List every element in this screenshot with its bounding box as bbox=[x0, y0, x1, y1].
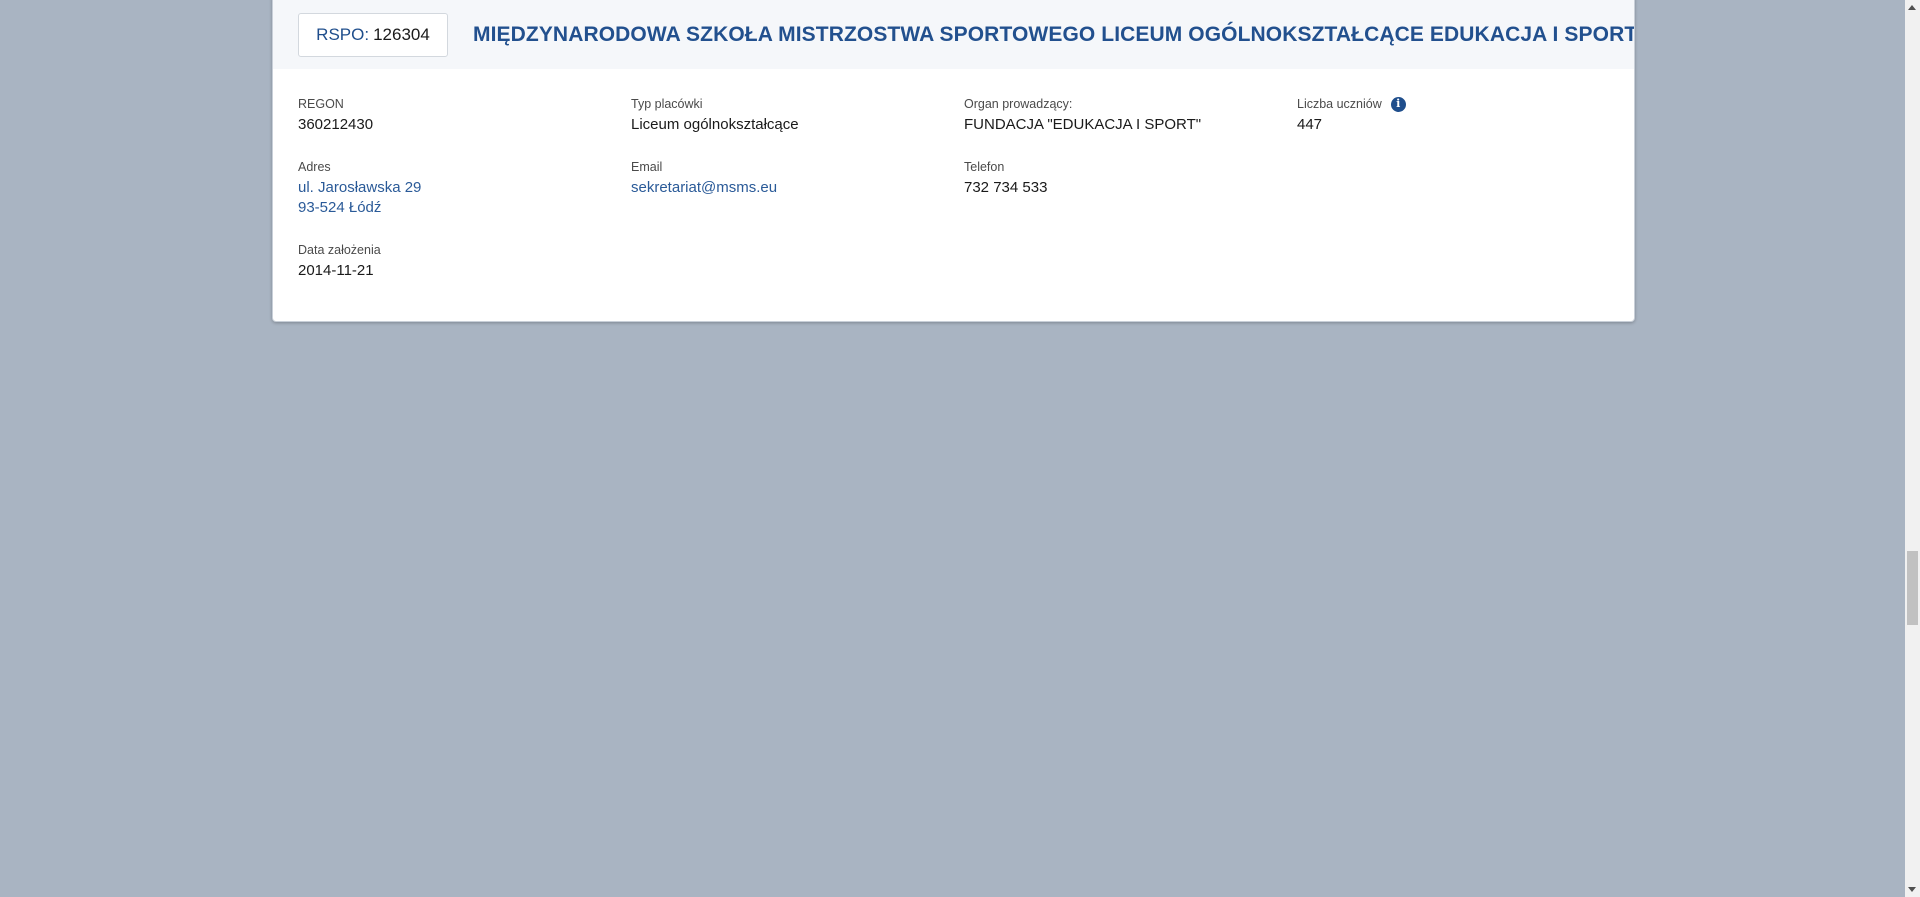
regon-value: 360212430 bbox=[298, 116, 374, 133]
school-card: RSPO: 126304 MIĘDZYNARODOWA SZKOŁA MISTR… bbox=[272, 0, 1635, 322]
data-zalozenia-value: 2014-11-21 bbox=[298, 262, 374, 279]
adres-link[interactable]: ul. Jarosławska 29 93-524 Łódź bbox=[298, 178, 421, 218]
organ-label: Organ prowadzący: bbox=[964, 97, 1073, 111]
adres-label: Adres bbox=[298, 160, 331, 174]
field-email: Email sekretariat@msms.eu bbox=[631, 159, 777, 198]
field-adres: Adres ul. Jarosławska 29 93-524 Łódź bbox=[298, 159, 421, 218]
organ-value: FUNDACJA "EDUKACJA I SPORT" bbox=[964, 116, 1202, 133]
adres-line1[interactable]: ul. Jarosławska 29 bbox=[298, 178, 421, 198]
field-regon: REGON 360212430 bbox=[298, 96, 373, 135]
page: RSPO: 126304 MIĘDZYNARODOWA SZKOŁA MISTR… bbox=[0, 0, 1920, 897]
rspo-label: RSPO: bbox=[316, 25, 370, 44]
scroll-down-arrow-icon[interactable] bbox=[1908, 887, 1916, 892]
card-header: RSPO: 126304 MIĘDZYNARODOWA SZKOŁA MISTR… bbox=[273, 0, 1634, 69]
field-data-zalozenia: Data założenia 2014-11-21 bbox=[298, 242, 381, 281]
telefon-label: Telefon bbox=[964, 160, 1005, 174]
scroll-up-arrow-icon[interactable] bbox=[1908, 5, 1916, 10]
regon-label: REGON bbox=[298, 97, 344, 111]
scroll-thumb[interactable] bbox=[1907, 551, 1918, 625]
school-name: MIĘDZYNARODOWA SZKOŁA MISTRZOSTWA SPORTO… bbox=[473, 23, 1635, 46]
adres-line2[interactable]: 93-524 Łódź bbox=[298, 198, 421, 218]
liczba-uczniow-label: Liczba uczniów bbox=[1297, 97, 1382, 111]
telefon-value: 732 734 533 bbox=[964, 179, 1048, 196]
email-link[interactable]: sekretariat@msms.eu bbox=[631, 178, 777, 198]
liczba-uczniow-label-row: Liczba uczniów i bbox=[1297, 96, 1406, 112]
email-label: Email bbox=[631, 160, 663, 174]
field-organ-prowadzacy: Organ prowadzący: FUNDACJA "EDUKACJA I S… bbox=[964, 96, 1201, 135]
field-liczba-uczniow: Liczba uczniów i 447 bbox=[1297, 96, 1406, 135]
vertical-scrollbar[interactable] bbox=[1905, 0, 1920, 897]
field-typ-placowki: Typ placówki Liceum ogólnokształcące bbox=[631, 96, 799, 135]
field-telefon: Telefon 732 734 533 bbox=[964, 159, 1047, 198]
typ-placowki-value: Liceum ogólnokształcące bbox=[631, 116, 799, 133]
typ-placowki-label: Typ placówki bbox=[631, 97, 703, 111]
liczba-uczniow-value: 447 bbox=[1297, 116, 1323, 133]
rspo-value: 126304 bbox=[373, 25, 430, 44]
info-icon[interactable]: i bbox=[1390, 96, 1406, 112]
data-zalozenia-label: Data założenia bbox=[298, 243, 381, 257]
rspo-badge: RSPO: 126304 bbox=[298, 13, 448, 57]
